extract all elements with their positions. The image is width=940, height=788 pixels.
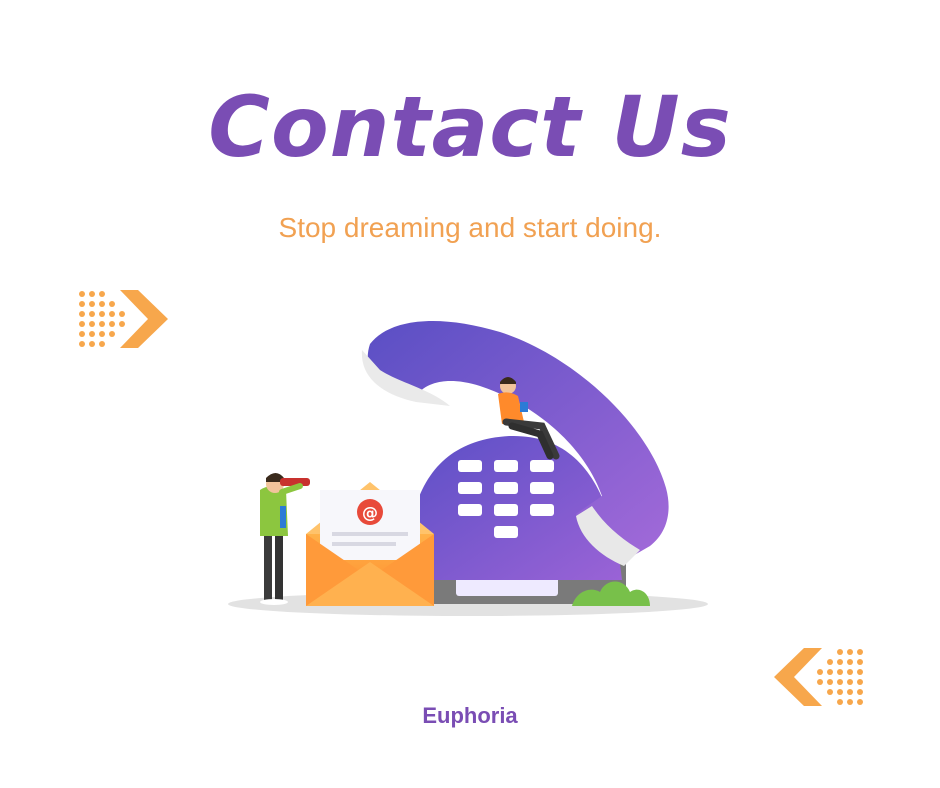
person-with-binoculars-icon xyxy=(260,473,310,605)
tagline: Stop dreaming and start doing. xyxy=(278,212,662,243)
svg-text:@: @ xyxy=(362,503,378,522)
arrow-right-icon xyxy=(79,290,168,348)
brand-name: Euphoria xyxy=(422,703,518,728)
contact-illustration: @ xyxy=(228,320,708,616)
page-title: Contact Us xyxy=(208,78,732,176)
envelope-icon: @ xyxy=(306,482,434,606)
